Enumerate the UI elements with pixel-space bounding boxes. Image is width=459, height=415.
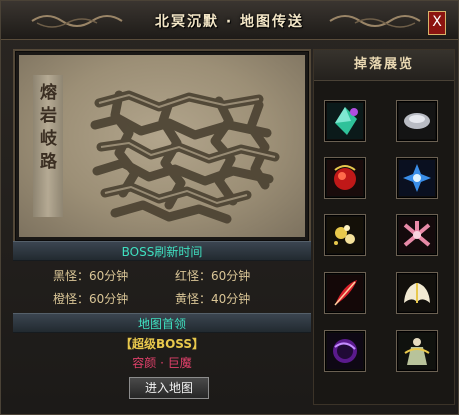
title-bar: 北冥沉默 · 地图传送 X xyxy=(1,1,458,40)
purple-orb-icon xyxy=(327,333,363,369)
silver-armor-icon xyxy=(399,103,435,139)
boss-row-value: 60分钟 xyxy=(89,269,129,283)
green-gem-icon xyxy=(327,103,363,139)
boss-row-value: 60分钟 xyxy=(89,292,129,306)
maze-icon xyxy=(90,90,280,224)
close-button[interactable]: X xyxy=(428,11,446,35)
boss-name: 容颜 · 巨魔 xyxy=(132,356,192,370)
boss-row-label: 红怪： xyxy=(175,269,212,283)
drop-slot[interactable] xyxy=(324,157,366,199)
drop-slot[interactable] xyxy=(396,272,438,314)
map-leader-header: 地图首领 xyxy=(137,317,186,331)
boss-refresh-header: BOSS刷新时间 xyxy=(121,245,203,259)
gold-figure-icon xyxy=(399,333,435,369)
boss-row-black: 黑怪：60分钟 xyxy=(53,267,128,284)
drop-slot[interactable] xyxy=(324,330,366,372)
drop-slot[interactable] xyxy=(396,157,438,199)
boss-refresh-band: BOSS刷新时间 xyxy=(13,241,311,261)
pink-flower-icon xyxy=(399,217,435,253)
boss-row-label: 橙怪： xyxy=(53,292,90,306)
teleport-window: 北冥沉默 · 地图传送 X 熔岩岐路 BOSS刷新时间 黑怪：60分钟 红怪：6… xyxy=(0,0,459,415)
boss-row-value: 60分钟 xyxy=(211,269,251,283)
map-frame: 熔岩岐路 xyxy=(13,49,311,243)
drop-panel: 掉落展览 xyxy=(313,49,455,405)
map-info-panel: BOSS刷新时间 黑怪：60分钟 红怪：60分钟 橙怪：60分钟 黄怪：40分钟… xyxy=(13,241,311,401)
drop-slot[interactable] xyxy=(324,100,366,142)
drop-slot[interactable] xyxy=(324,214,366,256)
boss-row-yellow: 黄怪：40分钟 xyxy=(175,290,250,307)
enter-map-button[interactable]: 进入地图 xyxy=(129,377,209,399)
red-orb-icon xyxy=(327,160,363,196)
drop-slot[interactable] xyxy=(396,214,438,256)
red-feather-icon xyxy=(327,275,363,311)
boss-row-red: 红怪：60分钟 xyxy=(175,267,250,284)
drop-header: 掉落展览 xyxy=(314,50,454,81)
map-preview[interactable]: 熔岩岐路 xyxy=(19,55,305,237)
close-icon: X xyxy=(432,14,442,30)
gold-sparkle-icon xyxy=(327,217,363,253)
drop-slot[interactable] xyxy=(396,100,438,142)
white-wings-icon xyxy=(399,275,435,311)
boss-row-value: 40分钟 xyxy=(211,292,251,306)
boss-row-label: 黑怪： xyxy=(53,269,90,283)
drop-slot[interactable] xyxy=(324,272,366,314)
boss-row-orange: 橙怪：60分钟 xyxy=(53,290,128,307)
boss-row-label: 黄怪： xyxy=(175,292,212,306)
blue-crystal-icon xyxy=(399,160,435,196)
window-title: 北冥沉默 · 地图传送 xyxy=(154,14,305,30)
boss-title: 【超级BOSS】 xyxy=(119,337,205,351)
map-leader-band: 地图首领 xyxy=(13,313,311,333)
drop-slot[interactable] xyxy=(396,330,438,372)
